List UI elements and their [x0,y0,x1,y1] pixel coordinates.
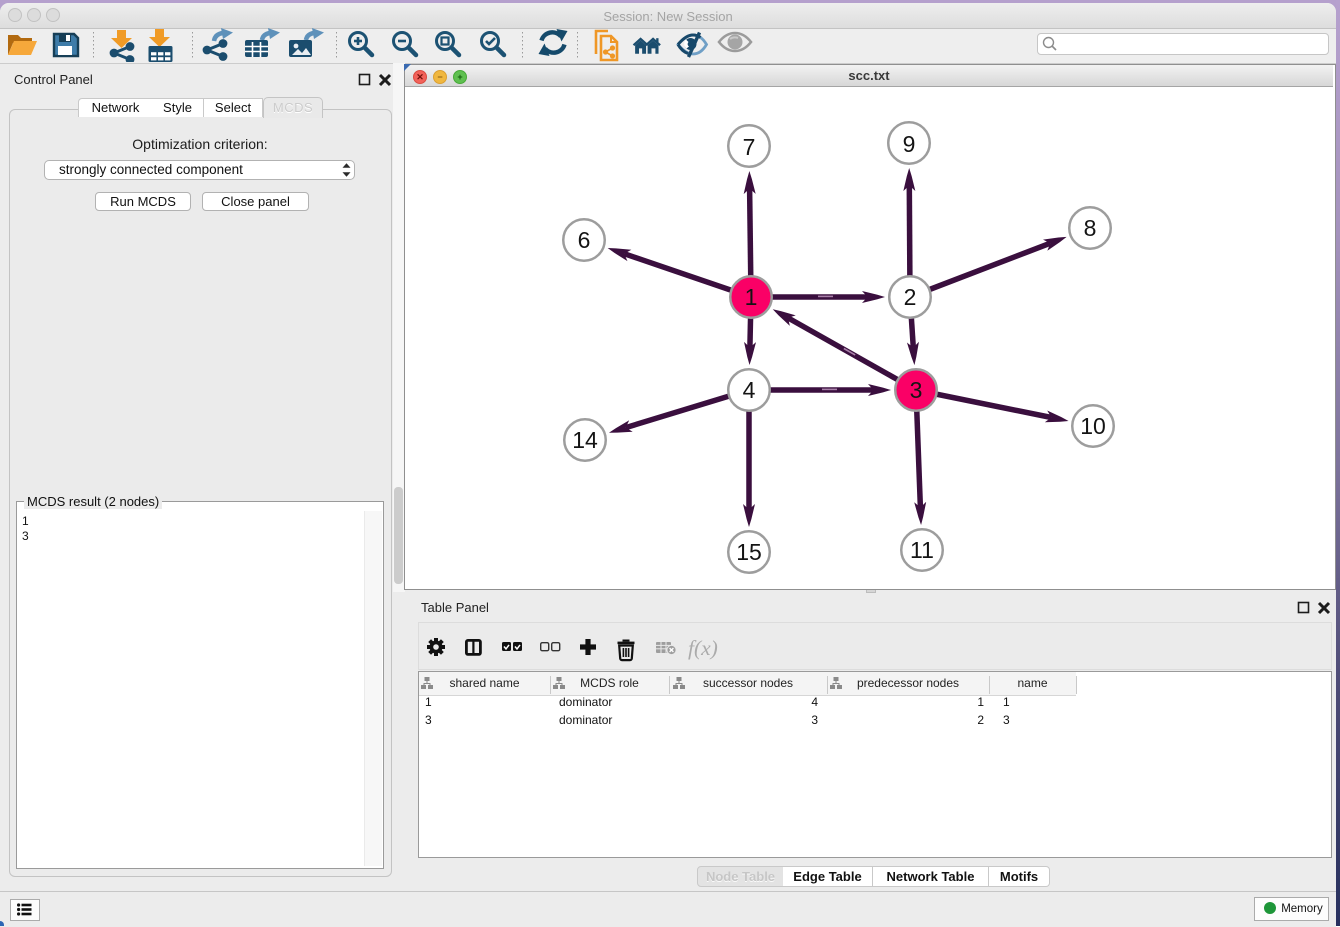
svg-text:15: 15 [736,539,762,565]
svg-text:14: 14 [572,427,598,453]
svg-text:f(x): f(x) [688,636,718,660]
svg-text:2: 2 [904,284,917,310]
svg-text:9: 9 [903,131,916,157]
svg-text:4: 4 [743,377,756,403]
svg-text:1: 1 [745,284,758,310]
svg-text:10: 10 [1080,413,1106,439]
svg-text:11: 11 [910,537,934,563]
svg-text:3: 3 [910,377,923,403]
svg-text:7: 7 [743,134,756,160]
svg-text:6: 6 [578,227,591,253]
svg-text:8: 8 [1084,215,1097,241]
